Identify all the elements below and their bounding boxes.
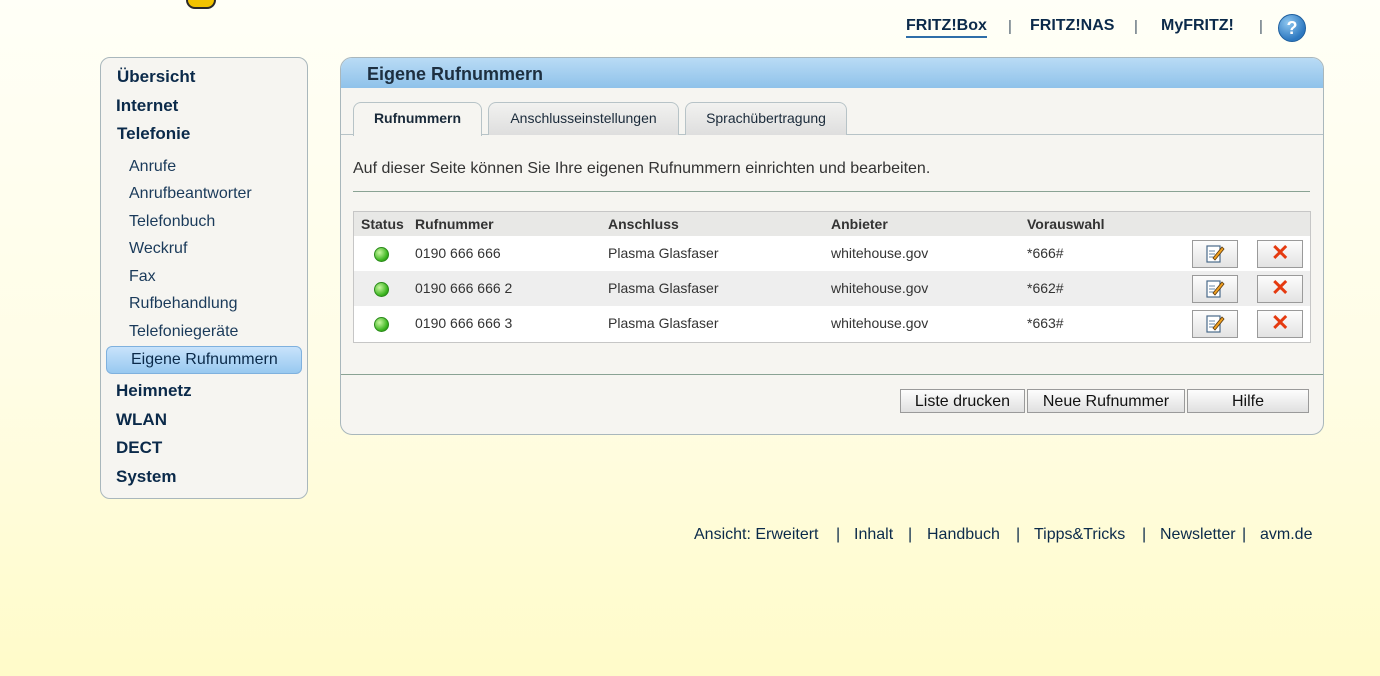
nav-separator: | bbox=[1259, 18, 1263, 35]
status-ok-icon bbox=[374, 317, 389, 332]
delete-icon: ✕ bbox=[1271, 310, 1290, 335]
divider bbox=[353, 191, 1310, 192]
edit-icon bbox=[1206, 280, 1225, 298]
sidebar-item-wlan[interactable]: WLAN bbox=[116, 410, 167, 430]
numbers-table: Status Rufnummer Anschluss Anbieter Vora… bbox=[353, 211, 1311, 343]
cell-rufnummer: 0190 666 666 2 bbox=[415, 280, 513, 296]
table-header: Status Rufnummer Anschluss Anbieter Vora… bbox=[354, 212, 1310, 236]
new-number-button[interactable]: Neue Rufnummer bbox=[1027, 389, 1185, 413]
sidebar-item-telefonie[interactable]: Telefonie bbox=[117, 124, 190, 144]
header-anbieter: Anbieter bbox=[831, 216, 888, 232]
sidebar-item-internet[interactable]: Internet bbox=[116, 96, 178, 116]
sidebar-item-rufbehandlung[interactable]: Rufbehandlung bbox=[129, 295, 238, 313]
nav-myfritz[interactable]: MyFRITZ! bbox=[1161, 17, 1234, 35]
nav-separator: | bbox=[1008, 18, 1012, 35]
cell-anschluss: Plasma Glasfaser bbox=[608, 315, 719, 331]
cell-anbieter: whitehouse.gov bbox=[831, 245, 929, 261]
cell-vorauswahl: *663# bbox=[1027, 315, 1064, 331]
help-button[interactable]: Hilfe bbox=[1187, 389, 1309, 413]
cell-anschluss: Plasma Glasfaser bbox=[608, 245, 719, 261]
header-vorauswahl: Vorauswahl bbox=[1027, 216, 1105, 232]
delete-icon: ✕ bbox=[1271, 275, 1290, 300]
header-status: Status bbox=[361, 216, 404, 232]
delete-button[interactable]: ✕ bbox=[1257, 310, 1303, 338]
nav-separator: | bbox=[1134, 18, 1138, 35]
sidebar-item-system[interactable]: System bbox=[116, 467, 176, 487]
header-anschluss: Anschluss bbox=[608, 216, 679, 232]
footer-separator: | bbox=[908, 526, 913, 543]
page-title: Eigene Rufnummern bbox=[367, 64, 544, 84]
footer-separator: | bbox=[1016, 526, 1021, 543]
status-ok-icon bbox=[374, 247, 389, 262]
intro-text: Auf dieser Seite können Sie Ihre eigenen… bbox=[353, 160, 931, 177]
tab-sprachuebertragung[interactable]: Sprachübertragung bbox=[685, 102, 847, 135]
sidebar-item-telefoniegeraete[interactable]: Telefoniegeräte bbox=[129, 323, 238, 341]
cell-vorauswahl: *662# bbox=[1027, 280, 1064, 296]
sidebar-item-heimnetz[interactable]: Heimnetz bbox=[116, 381, 192, 401]
sidebar-item-telefonbuch[interactable]: Telefonbuch bbox=[129, 213, 215, 231]
edit-icon bbox=[1206, 245, 1225, 263]
delete-icon: ✕ bbox=[1271, 240, 1290, 265]
footer-separator: | bbox=[1142, 526, 1147, 543]
status-ok-icon bbox=[374, 282, 389, 297]
footer-link-inhalt[interactable]: Inhalt bbox=[854, 526, 893, 544]
sidebar-item-weckruf[interactable]: Weckruf bbox=[129, 240, 187, 258]
footer-link-newsletter[interactable]: Newsletter bbox=[1160, 526, 1236, 544]
sidebar-item-dect[interactable]: DECT bbox=[116, 438, 162, 458]
sidebar-menu: Übersicht Internet Telefonie Anrufe Anru… bbox=[100, 57, 308, 499]
footer-link-ansicht[interactable]: Ansicht: Erweitert bbox=[694, 526, 818, 544]
divider bbox=[341, 374, 1323, 375]
avm-logo-fragment bbox=[186, 0, 216, 9]
sidebar-item-anrufe[interactable]: Anrufe bbox=[129, 158, 176, 176]
cell-anbieter: whitehouse.gov bbox=[831, 315, 929, 331]
sidebar-item-uebersicht[interactable]: Übersicht bbox=[117, 67, 195, 87]
table-row: 0190 666 666 Plasma Glasfaser whitehouse… bbox=[354, 236, 1310, 271]
footer-link-avm[interactable]: avm.de bbox=[1260, 526, 1312, 544]
delete-button[interactable]: ✕ bbox=[1257, 275, 1303, 303]
content-panel: Eigene Rufnummern Rufnummern Anschlussei… bbox=[340, 57, 1324, 435]
cell-rufnummer: 0190 666 666 bbox=[415, 245, 501, 261]
footer-separator: | bbox=[1242, 526, 1247, 543]
cell-vorauswahl: *666# bbox=[1027, 245, 1064, 261]
table-row: 0190 666 666 2 Plasma Glasfaser whitehou… bbox=[354, 271, 1310, 306]
cell-anbieter: whitehouse.gov bbox=[831, 280, 929, 296]
tab-anschlusseinstellungen[interactable]: Anschlusseinstellungen bbox=[488, 102, 679, 135]
cell-anschluss: Plasma Glasfaser bbox=[608, 280, 719, 296]
edit-icon bbox=[1206, 315, 1225, 333]
delete-button[interactable]: ✕ bbox=[1257, 240, 1303, 268]
sidebar-item-eigene-rufnummern[interactable]: Eigene Rufnummern bbox=[106, 346, 302, 374]
footer-link-handbuch[interactable]: Handbuch bbox=[927, 526, 1000, 544]
print-list-button[interactable]: Liste drucken bbox=[900, 389, 1025, 413]
edit-button[interactable] bbox=[1192, 240, 1238, 268]
nav-fritznas[interactable]: FRITZ!NAS bbox=[1030, 17, 1114, 35]
cell-rufnummer: 0190 666 666 3 bbox=[415, 315, 513, 331]
nav-fritzbox[interactable]: FRITZ!Box bbox=[906, 17, 987, 38]
table-row: 0190 666 666 3 Plasma Glasfaser whitehou… bbox=[354, 306, 1310, 341]
tab-rufnummern[interactable]: Rufnummern bbox=[353, 102, 482, 136]
sidebar-item-anrufbeantworter[interactable]: Anrufbeantworter bbox=[129, 185, 252, 203]
help-icon[interactable]: ? bbox=[1278, 14, 1306, 42]
panel-header: Eigene Rufnummern bbox=[341, 58, 1323, 88]
edit-button[interactable] bbox=[1192, 275, 1238, 303]
sidebar-item-fax[interactable]: Fax bbox=[129, 268, 156, 286]
footer-separator: | bbox=[836, 526, 841, 543]
footer-link-tipps[interactable]: Tipps&Tricks bbox=[1034, 526, 1125, 544]
sidebar-item-label: Eigene Rufnummern bbox=[131, 351, 278, 368]
header-rufnummer: Rufnummer bbox=[415, 216, 494, 232]
edit-button[interactable] bbox=[1192, 310, 1238, 338]
